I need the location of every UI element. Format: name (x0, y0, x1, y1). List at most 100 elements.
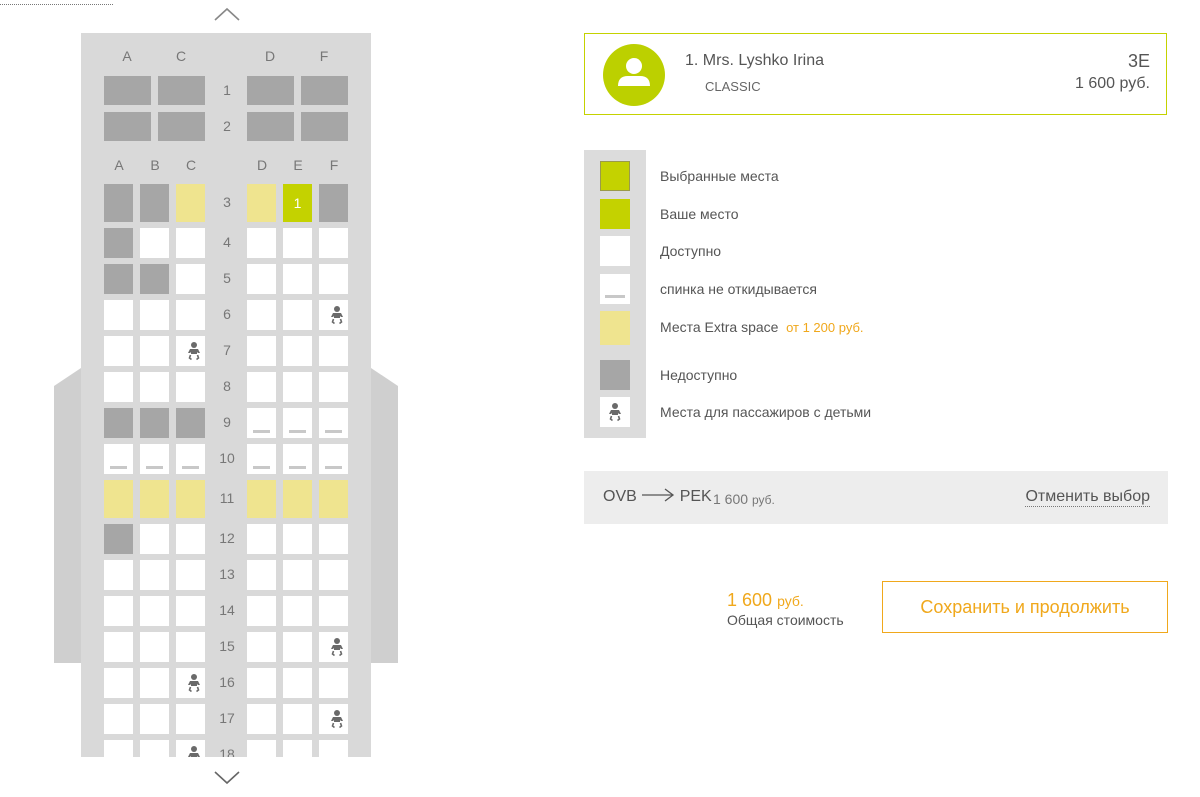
seat-15F[interactable] (319, 632, 348, 662)
seat-13E[interactable] (283, 560, 312, 590)
seat-4B[interactable] (140, 228, 169, 258)
seat-6C[interactable] (176, 300, 205, 330)
seat-10E[interactable] (283, 444, 312, 474)
seat-12C[interactable] (176, 524, 205, 554)
seat-11C[interactable] (176, 480, 205, 518)
legend-text: Ваше место (660, 206, 739, 222)
seat-8A[interactable] (104, 372, 133, 402)
seat-12A (104, 524, 133, 554)
seat-7D[interactable] (247, 336, 276, 366)
chevron-down-icon[interactable] (214, 771, 240, 785)
save-and-continue-button[interactable]: Сохранить и продолжить (882, 581, 1168, 633)
seat-4F[interactable] (319, 228, 348, 258)
seat-18C[interactable] (176, 740, 205, 757)
seat-8F[interactable] (319, 372, 348, 402)
seat-13A[interactable] (104, 560, 133, 590)
seat-18A[interactable] (104, 740, 133, 757)
seat-9E[interactable] (283, 408, 312, 438)
seat-7C[interactable] (176, 336, 205, 366)
seat-8B[interactable] (140, 372, 169, 402)
seat-10C[interactable] (176, 444, 205, 474)
seat-14B[interactable] (140, 596, 169, 626)
seat-15A[interactable] (104, 632, 133, 662)
seat-5E[interactable] (283, 264, 312, 294)
seat-17F[interactable] (319, 704, 348, 734)
seat-7B[interactable] (140, 336, 169, 366)
seat-7E[interactable] (283, 336, 312, 366)
seat-16C[interactable] (176, 668, 205, 698)
seat-10A[interactable] (104, 444, 133, 474)
seat-14A[interactable] (104, 596, 133, 626)
seat-16D[interactable] (247, 668, 276, 698)
seat-9D[interactable] (247, 408, 276, 438)
seat-17A[interactable] (104, 704, 133, 734)
seat-13D[interactable] (247, 560, 276, 590)
seat-14C[interactable] (176, 596, 205, 626)
seat-16B[interactable] (140, 668, 169, 698)
seat-12E[interactable] (283, 524, 312, 554)
seat-4D[interactable] (247, 228, 276, 258)
legend-label-available: Доступно (660, 243, 721, 259)
seat-18D[interactable] (247, 740, 276, 757)
seat-10F[interactable] (319, 444, 348, 474)
seat-10D[interactable] (247, 444, 276, 474)
seat-3E[interactable]: 1 (283, 184, 312, 222)
seat-15C[interactable] (176, 632, 205, 662)
seat-6B[interactable] (140, 300, 169, 330)
seat-13C[interactable] (176, 560, 205, 590)
seat-17D[interactable] (247, 704, 276, 734)
seat-13F[interactable] (319, 560, 348, 590)
seat-12B[interactable] (140, 524, 169, 554)
seat-3C[interactable] (176, 184, 205, 222)
seat-5D[interactable] (247, 264, 276, 294)
seat-16A[interactable] (104, 668, 133, 698)
seat-18F[interactable] (319, 740, 348, 757)
top-link-cutoff[interactable] (0, 0, 113, 5)
seat-18E[interactable] (283, 740, 312, 757)
seat-11F[interactable] (319, 480, 348, 518)
seat-16F[interactable] (319, 668, 348, 698)
seat-15D[interactable] (247, 632, 276, 662)
column-label-f: F (329, 157, 339, 173)
passenger-card[interactable]: 1. Mrs. Lyshko Irina CLASSIC 3E 1 600 ру… (584, 33, 1167, 115)
seat-14E[interactable] (283, 596, 312, 626)
seat-9B (140, 408, 169, 438)
seat-4C[interactable] (176, 228, 205, 258)
seat-10B[interactable] (140, 444, 169, 474)
seat-6F[interactable] (319, 300, 348, 330)
seat-6D[interactable] (247, 300, 276, 330)
baby-icon (331, 306, 343, 325)
seat-4E[interactable] (283, 228, 312, 258)
seat-13B[interactable] (140, 560, 169, 590)
seat-8E[interactable] (283, 372, 312, 402)
seat-11D[interactable] (247, 480, 276, 518)
seat-15B[interactable] (140, 632, 169, 662)
seat-14F[interactable] (319, 596, 348, 626)
legend-swatch-baby (600, 397, 630, 427)
seat-17C[interactable] (176, 704, 205, 734)
chevron-up-icon[interactable] (214, 7, 240, 21)
seat-15E[interactable] (283, 632, 312, 662)
seat-3D[interactable] (247, 184, 276, 222)
seat-11B[interactable] (140, 480, 169, 518)
seat-16E[interactable] (283, 668, 312, 698)
seat-17E[interactable] (283, 704, 312, 734)
seat-17B[interactable] (140, 704, 169, 734)
seat-12F[interactable] (319, 524, 348, 554)
seat-5F[interactable] (319, 264, 348, 294)
seat-12D[interactable] (247, 524, 276, 554)
cancel-selection-link[interactable]: Отменить выбор (1025, 488, 1150, 507)
seat-8C[interactable] (176, 372, 205, 402)
seat-11A[interactable] (104, 480, 133, 518)
column-label-b: B (150, 157, 160, 173)
seat-7F[interactable] (319, 336, 348, 366)
seat-14D[interactable] (247, 596, 276, 626)
seat-5C[interactable] (176, 264, 205, 294)
seat-9F[interactable] (319, 408, 348, 438)
seat-8D[interactable] (247, 372, 276, 402)
seat-11E[interactable] (283, 480, 312, 518)
seat-6A[interactable] (104, 300, 133, 330)
seat-7A[interactable] (104, 336, 133, 366)
seat-18B[interactable] (140, 740, 169, 757)
seat-6E[interactable] (283, 300, 312, 330)
